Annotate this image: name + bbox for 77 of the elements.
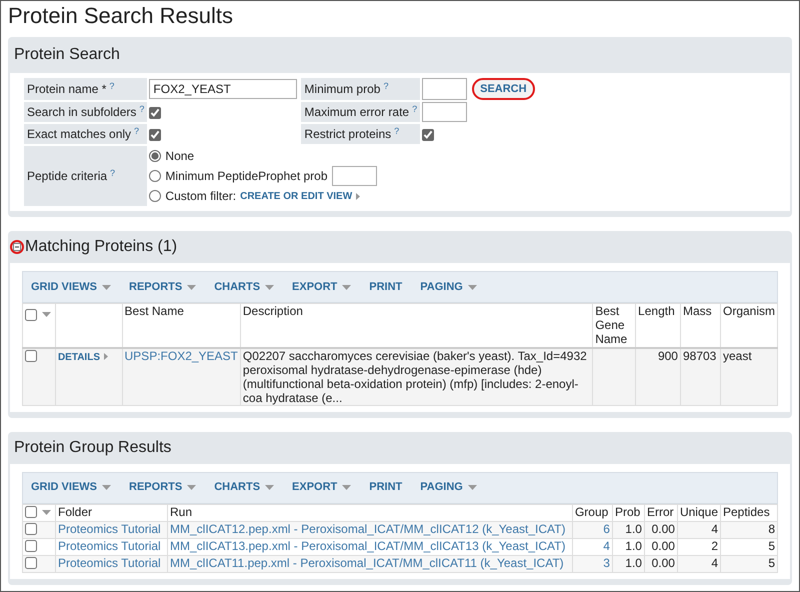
field-label: Maximum error rate (304, 105, 410, 119)
toolbar-menu[interactable]: EXPORT (292, 278, 352, 296)
toolbar-menu[interactable]: REPORTS (129, 479, 196, 496)
table-cell: 5 (768, 556, 775, 570)
help-mark[interactable]: ? (139, 104, 144, 114)
caret-icon (42, 510, 51, 515)
panel-title: Protein Search (13, 45, 121, 65)
panel-title: Matching Proteins (1) (25, 237, 178, 257)
help-mark[interactable]: ? (394, 126, 400, 136)
option-label: None (165, 148, 194, 165)
table-cell: 1.0 (625, 556, 642, 570)
collapse-icon[interactable] (10, 240, 24, 254)
field-label: Peptide criteria (27, 169, 108, 183)
table-cell: 900 (658, 348, 678, 362)
table-cell: 5 (768, 538, 775, 552)
input-field[interactable] (422, 102, 468, 122)
checkbox[interactable] (149, 128, 162, 141)
checkbox[interactable] (25, 506, 37, 518)
checkbox[interactable] (25, 557, 37, 570)
toolbar-menu[interactable]: EXPORT (292, 479, 352, 496)
table-cell: 98703 (682, 348, 716, 362)
help-mark[interactable]: ? (110, 168, 116, 178)
radio-button[interactable] (149, 170, 162, 182)
panel-title: Protein Group Results (13, 438, 172, 458)
checkbox[interactable] (149, 106, 162, 119)
toolbar-menu[interactable]: PRINT (369, 278, 402, 296)
toolbar-menu[interactable]: PRINT (369, 479, 402, 496)
table-cell: 4 (711, 556, 718, 570)
help-mark[interactable]: ? (109, 81, 114, 91)
column-header[interactable]: Run (170, 504, 192, 518)
field-label: Exact matches only (27, 127, 132, 141)
help-mark[interactable]: ? (412, 104, 418, 114)
input-field[interactable] (332, 166, 377, 186)
toolbar-menu[interactable]: GRID VIEWS (31, 479, 112, 496)
checkbox[interactable] (25, 523, 37, 536)
input-field[interactable]: FOX2_YEAST (149, 79, 298, 99)
help-mark[interactable]: ? (383, 81, 388, 91)
caret-icon (104, 352, 108, 360)
toolbar-menu[interactable]: PAGING (420, 479, 477, 496)
table-cell: 8 (768, 522, 775, 536)
table-cell: 1.0 (625, 522, 642, 536)
table-cell: yeast (722, 348, 752, 362)
option-label: Minimum PeptideProphet prob (165, 168, 328, 185)
table-cell: 0.00 (652, 556, 675, 570)
group-link[interactable]: 3 (603, 556, 610, 570)
field-label: Search in subfolders (27, 105, 136, 119)
details-link[interactable]: DETAILS (58, 352, 100, 362)
input-field[interactable] (422, 78, 468, 100)
checkbox[interactable] (25, 308, 37, 321)
table-cell: 0.00 (652, 522, 675, 536)
table-cell: 4 (711, 522, 718, 536)
radio-button[interactable] (149, 190, 162, 202)
checkbox[interactable] (25, 540, 37, 552)
toolbar-menu[interactable]: REPORTS (129, 278, 196, 296)
toolbar-menu[interactable]: PAGING (420, 278, 477, 296)
table-cell: 1.0 (625, 538, 642, 552)
search-button[interactable]: SEARCH (472, 78, 535, 100)
table-cell: 2 (711, 538, 718, 552)
help-mark[interactable]: ? (134, 126, 140, 136)
option-label: Custom filter: (165, 188, 236, 205)
field-label: Protein name * (27, 82, 106, 96)
field-label: Minimum prob (304, 82, 380, 96)
table-cell: 0.00 (652, 538, 675, 552)
toolbar-menu[interactable]: GRID VIEWS (31, 278, 112, 296)
toolbar-menu[interactable]: CHARTS (214, 479, 274, 496)
radio-button[interactable] (149, 150, 162, 162)
group-link[interactable]: 6 (603, 522, 610, 536)
toolbar-menu[interactable]: CHARTS (214, 278, 274, 296)
caret-icon (42, 312, 51, 318)
checkbox[interactable] (422, 128, 434, 141)
create-view-link[interactable]: CREATE OR EDIT VIEW (240, 188, 352, 204)
group-link[interactable]: 4 (603, 538, 610, 552)
checkbox[interactable] (25, 350, 37, 362)
field-label: Restrict proteins (304, 127, 392, 141)
page-title: Protein Search Results (8, 3, 234, 29)
caret-icon (356, 192, 360, 200)
table-cell: Q02207 saccharomyces cerevisiae (baker's yeast). Tax_Id=4932 peroxisomal hydratase-dehydrogenase-epimerase (hde) (multifunctional beta-oxidation protein) (mfp) [includes: 2-enoyl-coa hydratase (e... (242, 348, 587, 404)
